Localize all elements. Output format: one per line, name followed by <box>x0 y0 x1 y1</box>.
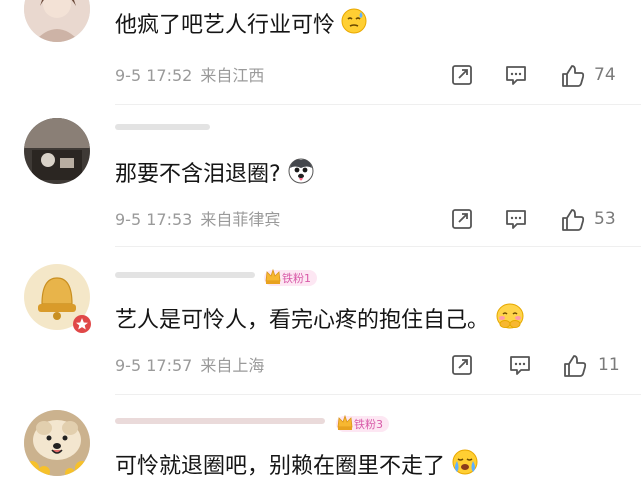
comment-location: 来自江西 <box>200 66 265 85</box>
comment-actions: 53 <box>450 207 630 233</box>
thumbs-up-icon[interactable] <box>562 353 587 377</box>
comment-meta: 9-5 17:57 来自上海 <box>115 356 264 376</box>
comment-icon[interactable] <box>508 353 532 377</box>
comment-actions: 11 <box>450 353 630 379</box>
avatar[interactable] <box>24 410 90 476</box>
comment-text-content: 可怜就退圈吧，别赖在圈里不走了 <box>115 453 446 479</box>
comment-date: 9-5 17:53 <box>115 210 193 229</box>
avatar[interactable] <box>24 264 91 333</box>
divider <box>115 246 641 247</box>
fan-badge-label: 铁粉3 <box>354 418 383 431</box>
husky-dog-emoji <box>287 156 315 193</box>
comment-text: 艺人是可怜人，看完心疼的抱住自己。 <box>115 302 525 339</box>
username-redacted <box>115 418 325 424</box>
avatar[interactable] <box>24 0 90 42</box>
username-redacted <box>115 272 255 278</box>
crying-face-emoji <box>451 448 479 485</box>
comment-icon[interactable] <box>504 63 528 87</box>
fan-badge: 铁粉1 <box>264 268 317 286</box>
username-redacted <box>115 124 210 130</box>
comment-location: 来自上海 <box>200 356 265 375</box>
comment-date: 9-5 17:52 <box>115 66 193 85</box>
like-count: 74 <box>594 65 616 85</box>
comment-meta: 9-5 17:52 来自江西 <box>115 66 264 86</box>
thumbs-up-icon[interactable] <box>560 63 585 87</box>
comment-text: 可怜就退圈吧，别赖在圈里不走了 <box>115 448 479 485</box>
comment-text-content: 那要不含泪退圈? <box>115 161 281 187</box>
fan-badge-label: 铁粉1 <box>282 272 311 285</box>
like-count: 11 <box>598 355 620 375</box>
avatar[interactable] <box>24 118 90 184</box>
comment-location: 来自菲律宾 <box>200 210 281 229</box>
comment-actions: 74 <box>450 63 630 89</box>
share-icon[interactable] <box>450 63 474 87</box>
comment-text-content: 艺人是可怜人，看完心疼的抱住自己。 <box>115 307 490 333</box>
crown-icon <box>337 414 353 430</box>
share-icon[interactable] <box>450 353 474 377</box>
thumbs-up-icon[interactable] <box>560 207 585 231</box>
share-icon[interactable] <box>450 207 474 231</box>
hug-self-emoji <box>495 302 525 339</box>
comment-date: 9-5 17:57 <box>115 356 193 375</box>
divider <box>115 104 641 105</box>
fan-badge: 铁粉3 <box>336 414 389 432</box>
comment-text: 他疯了吧艺人行业可怜 <box>115 8 367 43</box>
comment-meta: 9-5 17:53 来自菲律宾 <box>115 210 280 230</box>
like-count: 53 <box>594 209 616 229</box>
divider <box>115 394 641 395</box>
comment-text: 那要不含泪退圈? <box>115 156 315 193</box>
sweat-face-emoji <box>341 8 367 43</box>
comment-icon[interactable] <box>504 207 528 231</box>
comment-text-content: 他疯了吧艺人行业可怜 <box>115 12 336 38</box>
crown-icon <box>265 268 281 284</box>
